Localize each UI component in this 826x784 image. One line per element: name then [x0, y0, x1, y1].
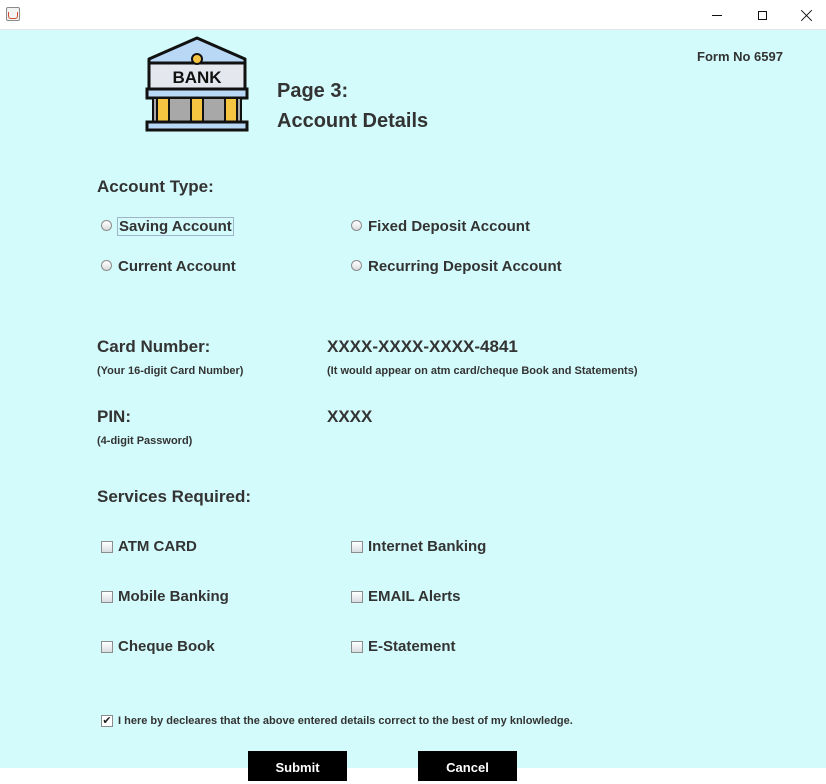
declaration-checkbox[interactable]: ✔ [101, 715, 113, 727]
mobile-banking-checkbox[interactable] [101, 591, 113, 603]
recurring-deposit-label[interactable]: Recurring Deposit Account [368, 258, 562, 275]
cheque-book-label[interactable]: Cheque Book [118, 638, 215, 655]
close-button[interactable] [784, 0, 826, 30]
saving-account-radio[interactable] [101, 220, 112, 231]
email-alerts-checkbox[interactable] [351, 591, 363, 603]
internet-banking-checkbox[interactable] [351, 541, 363, 553]
form-panel: BANK Page 3: Account Details Form No 659… [0, 30, 826, 781]
card-number-label: Card Number: [97, 337, 211, 356]
internet-banking-label[interactable]: Internet Banking [368, 538, 486, 555]
submit-button[interactable]: Submit [248, 751, 347, 781]
saving-account-label[interactable]: Saving Account [117, 217, 234, 236]
current-account-label[interactable]: Current Account [118, 258, 236, 275]
java-app-icon [6, 7, 20, 21]
card-number-hint: (Your 16-digit Card Number) [97, 365, 244, 377]
email-alerts-label[interactable]: EMAIL Alerts [368, 588, 461, 605]
atm-card-checkbox[interactable] [101, 541, 113, 553]
pin-value: XXXX [327, 407, 373, 426]
atm-card-label[interactable]: ATM CARD [118, 538, 197, 555]
maximize-button[interactable] [739, 0, 785, 30]
cheque-book-checkbox[interactable] [101, 641, 113, 653]
form-number: Form No 6597 [697, 49, 783, 64]
pin-hint: (4-digit Password) [97, 435, 193, 447]
fixed-deposit-radio[interactable] [351, 220, 362, 231]
services-label: Services Required: [97, 487, 252, 506]
recurring-deposit-radio[interactable] [351, 260, 362, 271]
mobile-banking-label[interactable]: Mobile Banking [118, 588, 229, 605]
e-statement-label[interactable]: E-Statement [368, 638, 456, 655]
declaration-text[interactable]: I here by decleares that the above enter… [118, 715, 573, 727]
e-statement-checkbox[interactable] [351, 641, 363, 653]
maximize-icon [757, 10, 767, 20]
pin-label: PIN: [97, 407, 131, 426]
minimize-button[interactable] [694, 0, 740, 30]
checkmark-icon: ✔ [102, 715, 112, 727]
page-title: Account Details [277, 110, 429, 132]
account-type-label: Account Type: [97, 177, 214, 196]
card-number-value-hint: (It would appear on atm card/cheque Book… [327, 365, 638, 377]
page-number: Page 3: [277, 80, 349, 102]
current-account-radio[interactable] [101, 260, 112, 271]
bank-logo-icon: BANK [145, 36, 249, 132]
bank-logo-text: BANK [172, 68, 222, 87]
title-bar [0, 0, 826, 30]
fixed-deposit-label[interactable]: Fixed Deposit Account [368, 218, 530, 235]
close-icon [801, 9, 813, 21]
minimize-icon [712, 14, 722, 16]
cancel-button[interactable]: Cancel [418, 751, 517, 781]
card-number-value: XXXX-XXXX-XXXX-4841 [327, 337, 518, 356]
